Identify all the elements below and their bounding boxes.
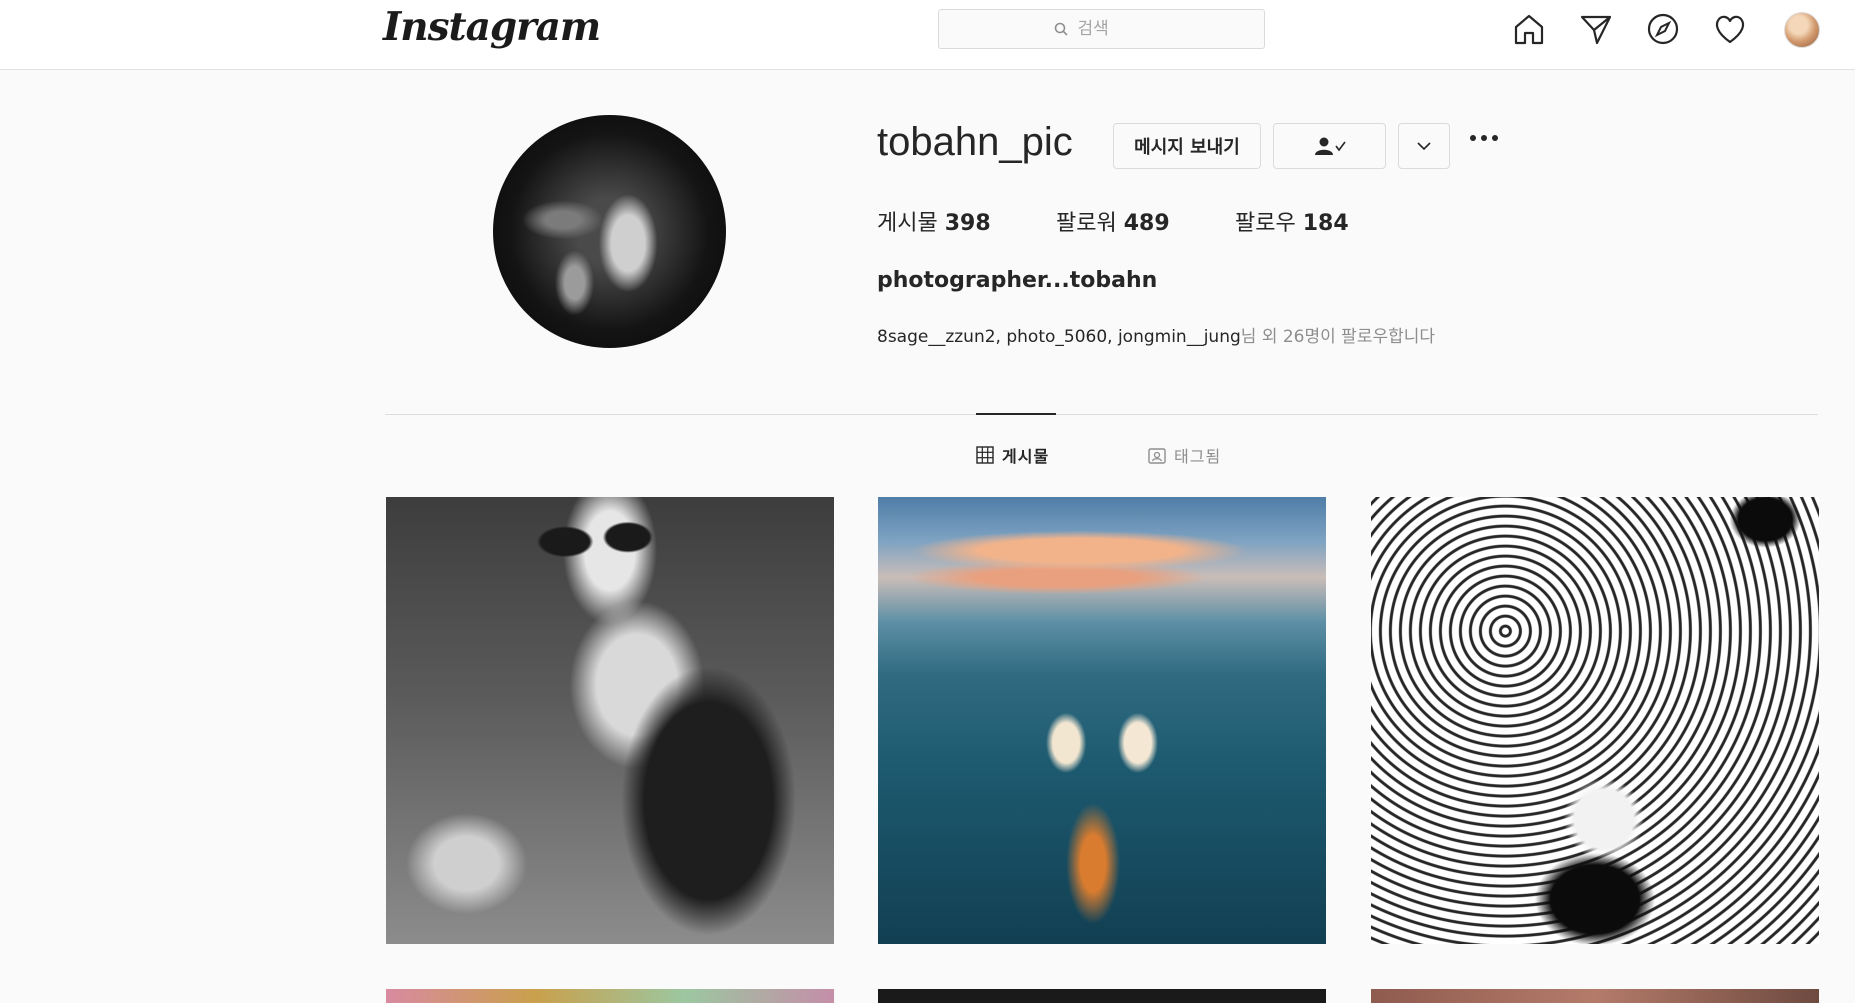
profile-username: tobahn_pic (877, 120, 1073, 164)
followers-stat[interactable]: 팔로워 489 (1056, 205, 1170, 237)
tab-posts-label: 게시물 (1002, 447, 1050, 466)
profile-picture[interactable] (493, 115, 726, 348)
post-thumbnail[interactable] (878, 989, 1326, 1003)
followed-by-names[interactable]: 8sage__zzun2, photo_5060, jongmin__jung (877, 327, 1241, 347)
top-nav-bar: Instagram (0, 0, 1855, 70)
following-stat[interactable]: 팔로우 184 (1235, 205, 1349, 237)
message-button[interactable]: 메시지 보내기 (1113, 123, 1261, 169)
post-thumbnail[interactable] (386, 989, 834, 1003)
instagram-logo[interactable]: Instagram (383, 4, 601, 50)
direct-icon[interactable] (1578, 11, 1614, 47)
post-thumbnail[interactable] (1371, 497, 1819, 944)
profile-avatar[interactable] (1784, 12, 1820, 48)
post-thumbnail[interactable] (386, 497, 834, 944)
grid-icon (976, 446, 994, 464)
profile-full-name: photographer...tobahn (877, 268, 1158, 293)
message-button-label: 메시지 보내기 (1134, 137, 1240, 158)
activity-heart-icon[interactable] (1712, 11, 1748, 47)
search-box[interactable] (938, 9, 1265, 49)
tagged-user-icon (1148, 448, 1166, 464)
following-button[interactable] (1273, 123, 1386, 169)
active-tab-indicator (976, 413, 1056, 415)
user-check-icon (1314, 137, 1346, 155)
post-thumbnail[interactable] (878, 497, 1326, 944)
post-thumbnail[interactable] (1371, 989, 1819, 1003)
tab-tagged[interactable]: 태그됨 (1148, 443, 1221, 467)
posts-stat: 게시물 398 (877, 211, 991, 236)
followed-by-text[interactable]: 8sage__zzun2, photo_5060, jongmin__jung님… (877, 322, 1435, 347)
followed-by-suffix: 님 외 26명이 팔로우합니다 (1240, 327, 1436, 347)
tabs-divider (385, 414, 1818, 415)
tab-tagged-label: 태그됨 (1174, 447, 1222, 466)
tab-posts[interactable]: 게시물 (976, 443, 1049, 467)
search-input[interactable] (1075, 18, 1150, 40)
home-icon[interactable] (1511, 11, 1547, 47)
chevron-down-icon (1417, 142, 1431, 151)
search-icon (1054, 22, 1068, 36)
explore-icon[interactable] (1645, 11, 1681, 47)
suggestions-dropdown-button[interactable] (1398, 123, 1450, 169)
more-options-icon[interactable] (1470, 135, 1498, 141)
